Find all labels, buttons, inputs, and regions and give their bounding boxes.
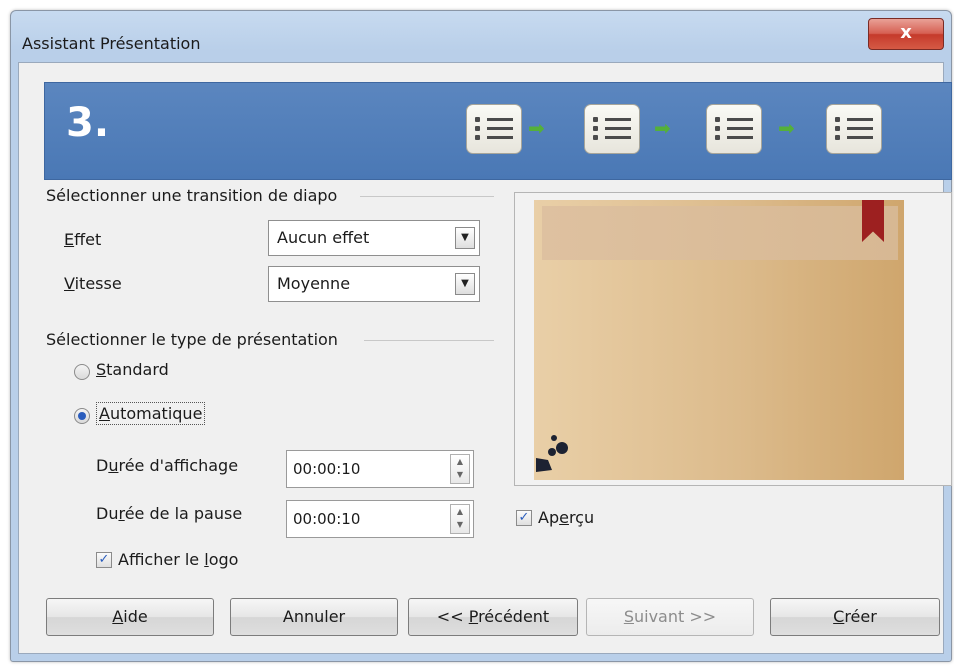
step-arrow-icon: ➡ [778,116,795,140]
close-button[interactable]: x [868,18,944,50]
spin-down-icon[interactable]: ▼ [451,470,469,479]
display-duration-value: 00:00:10 [293,460,361,478]
group-divider [360,196,494,197]
help-button[interactable]: Aide [46,598,214,636]
spin-buttons[interactable]: ▲ ▼ [450,454,470,484]
standard-label[interactable]: Standard [96,360,169,379]
effect-value: Aucun effet [277,228,370,247]
dropdown-arrow-icon[interactable]: ▼ [455,227,475,249]
pause-duration-field[interactable]: 00:00:10 ▲ ▼ [286,500,474,538]
pause-duration-label: Durée de la pause [96,504,243,523]
create-button[interactable]: Créer [770,598,940,636]
next-button[interactable]: Suivant >> [586,598,754,636]
preview-checkbox[interactable]: ✓ [516,510,532,526]
spin-up-icon[interactable]: ▲ [451,457,469,466]
effect-select[interactable]: Aucun effet ▼ [268,220,480,256]
show-logo-label[interactable]: Afficher le logo [118,550,238,569]
step-list-icon [466,104,522,154]
transition-group-title: Sélectionner une transition de diapo [46,186,338,205]
speed-value: Moyenne [277,274,351,293]
show-logo-checkbox[interactable]: ✓ [96,552,112,568]
step-list-icon [826,104,882,154]
logo-dots-icon [536,435,568,472]
step-arrow-icon: ➡ [654,116,671,140]
step-number: 3. [66,100,110,146]
previous-button[interactable]: << Précédent [408,598,578,636]
automatic-label[interactable]: Automatique [96,402,206,425]
speed-select[interactable]: Moyenne ▼ [268,266,480,302]
display-duration-label: Durée d'affichage [96,456,239,475]
effect-label: Effet [64,230,102,249]
step-list-icon [584,104,640,154]
window-title: Assistant Présentation [22,34,201,53]
step-list-icon [706,104,762,154]
spin-down-icon[interactable]: ▼ [451,520,469,529]
pause-duration-value: 00:00:10 [293,510,361,528]
cancel-button[interactable]: Annuler [230,598,398,636]
spin-buttons[interactable]: ▲ ▼ [450,504,470,534]
automatic-radio[interactable] [74,408,90,424]
presentation-type-group-title: Sélectionner le type de présentation [46,330,338,349]
spin-up-icon[interactable]: ▲ [451,507,469,516]
step-arrow-icon: ➡ [528,116,545,140]
standard-radio[interactable] [74,364,90,380]
speed-label: Vitesse [64,274,122,293]
group-divider [364,340,494,341]
dropdown-arrow-icon[interactable]: ▼ [455,273,475,295]
preview-label[interactable]: Aperçu [538,508,594,527]
preview-header-band [542,206,898,260]
display-duration-field[interactable]: 00:00:10 ▲ ▼ [286,450,474,488]
